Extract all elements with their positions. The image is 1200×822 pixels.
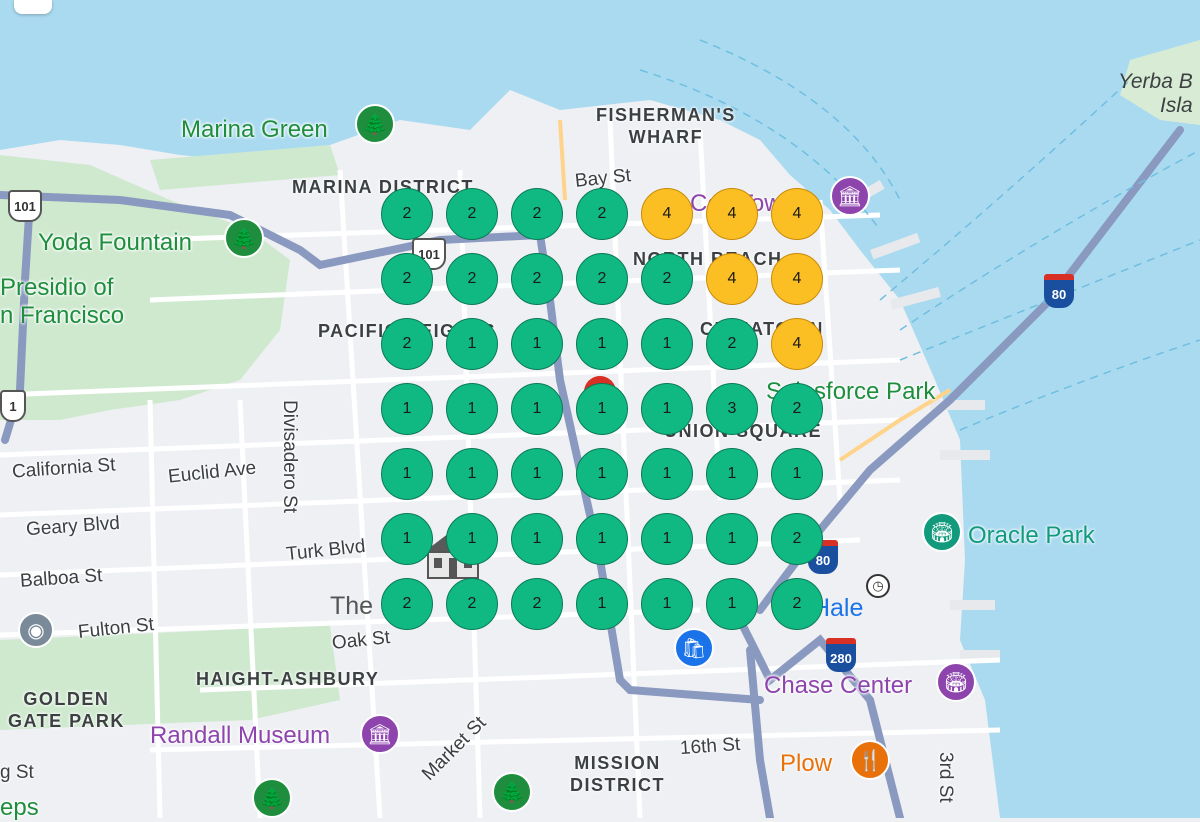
cluster-marker[interactable]: 1 xyxy=(641,578,693,630)
cluster-marker[interactable]: 2 xyxy=(771,383,823,435)
cluster-marker[interactable]: 4 xyxy=(771,253,823,305)
cluster-marker[interactable]: 4 xyxy=(771,188,823,240)
cluster-marker[interactable]: 2 xyxy=(576,253,628,305)
location-icon[interactable]: ◉ xyxy=(18,612,54,648)
cluster-marker[interactable]: 1 xyxy=(446,318,498,370)
route-1-shield-icon: 1 xyxy=(0,390,26,422)
cluster-marker[interactable]: 4 xyxy=(706,253,758,305)
street-divisadero: Divisadero St xyxy=(279,400,300,513)
cluster-marker[interactable]: 1 xyxy=(381,513,433,565)
cluster-marker[interactable]: 1 xyxy=(641,448,693,500)
cluster-marker[interactable]: 1 xyxy=(381,383,433,435)
cluster-marker[interactable]: 1 xyxy=(641,318,693,370)
cluster-marker[interactable]: 2 xyxy=(381,318,433,370)
cluster-marker[interactable]: 2 xyxy=(771,513,823,565)
poi-randall-museum[interactable]: Randall Museum xyxy=(150,722,330,750)
cluster-marker[interactable]: 1 xyxy=(706,448,758,500)
map-control-corner[interactable] xyxy=(14,0,52,14)
museum-icon[interactable]: 🏛 xyxy=(830,176,870,216)
cluster-marker[interactable]: 2 xyxy=(706,318,758,370)
tree-icon[interactable]: 🌲 xyxy=(224,218,264,258)
tree-icon[interactable]: 🌲 xyxy=(252,778,292,818)
clock-icon[interactable]: ◷ xyxy=(866,574,890,598)
cluster-marker[interactable]: 1 xyxy=(381,448,433,500)
cluster-marker[interactable]: 1 xyxy=(511,383,563,435)
district-marina: MARINA DISTRICT xyxy=(292,177,474,197)
cluster-marker[interactable]: 1 xyxy=(511,448,563,500)
tree-icon[interactable]: 🌲 xyxy=(492,772,532,812)
cluster-marker[interactable]: 1 xyxy=(576,448,628,500)
cluster-marker[interactable]: 2 xyxy=(381,188,433,240)
cluster-marker[interactable]: 2 xyxy=(446,188,498,240)
street-g: g St xyxy=(0,762,34,783)
cluster-marker[interactable]: 1 xyxy=(511,513,563,565)
district-haight-ashbury: HAIGHT-ASHBURY xyxy=(196,669,380,689)
cluster-marker[interactable]: 2 xyxy=(446,578,498,630)
cluster-marker[interactable]: 2 xyxy=(511,253,563,305)
cluster-marker[interactable]: 1 xyxy=(641,513,693,565)
shopping-icon[interactable]: 🛍 xyxy=(674,628,714,668)
cluster-marker[interactable]: 1 xyxy=(641,383,693,435)
cluster-marker[interactable]: 4 xyxy=(771,318,823,370)
cluster-marker[interactable]: 2 xyxy=(511,578,563,630)
cluster-marker[interactable]: 4 xyxy=(641,188,693,240)
cluster-marker[interactable]: 1 xyxy=(446,513,498,565)
street-16th: 16th St xyxy=(679,733,741,760)
yerba-buena-label: Yerba B Isla xyxy=(1118,70,1193,117)
cluster-marker[interactable]: 1 xyxy=(576,513,628,565)
district-mission: MISSION DISTRICT xyxy=(570,753,665,795)
poi-plow[interactable]: Plow xyxy=(780,750,832,778)
poi-chase-center[interactable]: Chase Center xyxy=(764,672,912,700)
cluster-marker[interactable]: 2 xyxy=(381,253,433,305)
cluster-marker[interactable]: 1 xyxy=(511,318,563,370)
park-yoda-fountain[interactable]: Yoda Fountain xyxy=(38,229,192,257)
cluster-marker[interactable]: 2 xyxy=(576,188,628,240)
us-101-shield-icon: 101 xyxy=(8,190,42,222)
cluster-marker[interactable]: 1 xyxy=(446,448,498,500)
park-marina-green[interactable]: Marina Green xyxy=(181,116,328,144)
cluster-marker[interactable]: 1 xyxy=(446,383,498,435)
cluster-marker[interactable]: 1 xyxy=(576,383,628,435)
cluster-marker[interactable]: 2 xyxy=(446,253,498,305)
park-presidio[interactable]: Presidio of n Francisco xyxy=(0,274,124,330)
cluster-marker[interactable]: 4 xyxy=(706,188,758,240)
arena-icon[interactable]: 🏟 xyxy=(936,662,976,702)
cluster-marker[interactable]: 2 xyxy=(381,578,433,630)
cluster-marker[interactable]: 2 xyxy=(771,578,823,630)
poi-oracle-park[interactable]: Oracle Park xyxy=(968,522,1095,550)
street-3rd: 3rd St xyxy=(935,752,956,803)
painted-ladies-label: The xyxy=(330,592,374,620)
cluster-marker[interactable]: 1 xyxy=(706,513,758,565)
cluster-marker[interactable]: 1 xyxy=(576,578,628,630)
tree-icon[interactable]: 🌲 xyxy=(355,104,395,144)
cluster-marker[interactable]: 3 xyxy=(706,383,758,435)
interstate-80-shield-icon: 80 xyxy=(1044,274,1074,308)
cluster-marker[interactable]: 2 xyxy=(511,188,563,240)
cluster-marker[interactable]: 1 xyxy=(771,448,823,500)
stadium-icon[interactable]: 🏟 xyxy=(922,512,962,552)
interstate-280-shield-icon: 280 xyxy=(826,638,856,672)
district-golden-gate-park: GOLDEN GATE PARK xyxy=(8,689,125,731)
museum-icon[interactable]: 🏛 xyxy=(360,714,400,754)
restaurant-icon[interactable]: 🍴 xyxy=(850,740,890,780)
cluster-marker[interactable]: 1 xyxy=(706,578,758,630)
cluster-marker[interactable]: 1 xyxy=(576,318,628,370)
district-fishermans-wharf: FISHERMAN'S WHARF xyxy=(596,105,736,147)
cluster-marker[interactable]: 2 xyxy=(641,253,693,305)
